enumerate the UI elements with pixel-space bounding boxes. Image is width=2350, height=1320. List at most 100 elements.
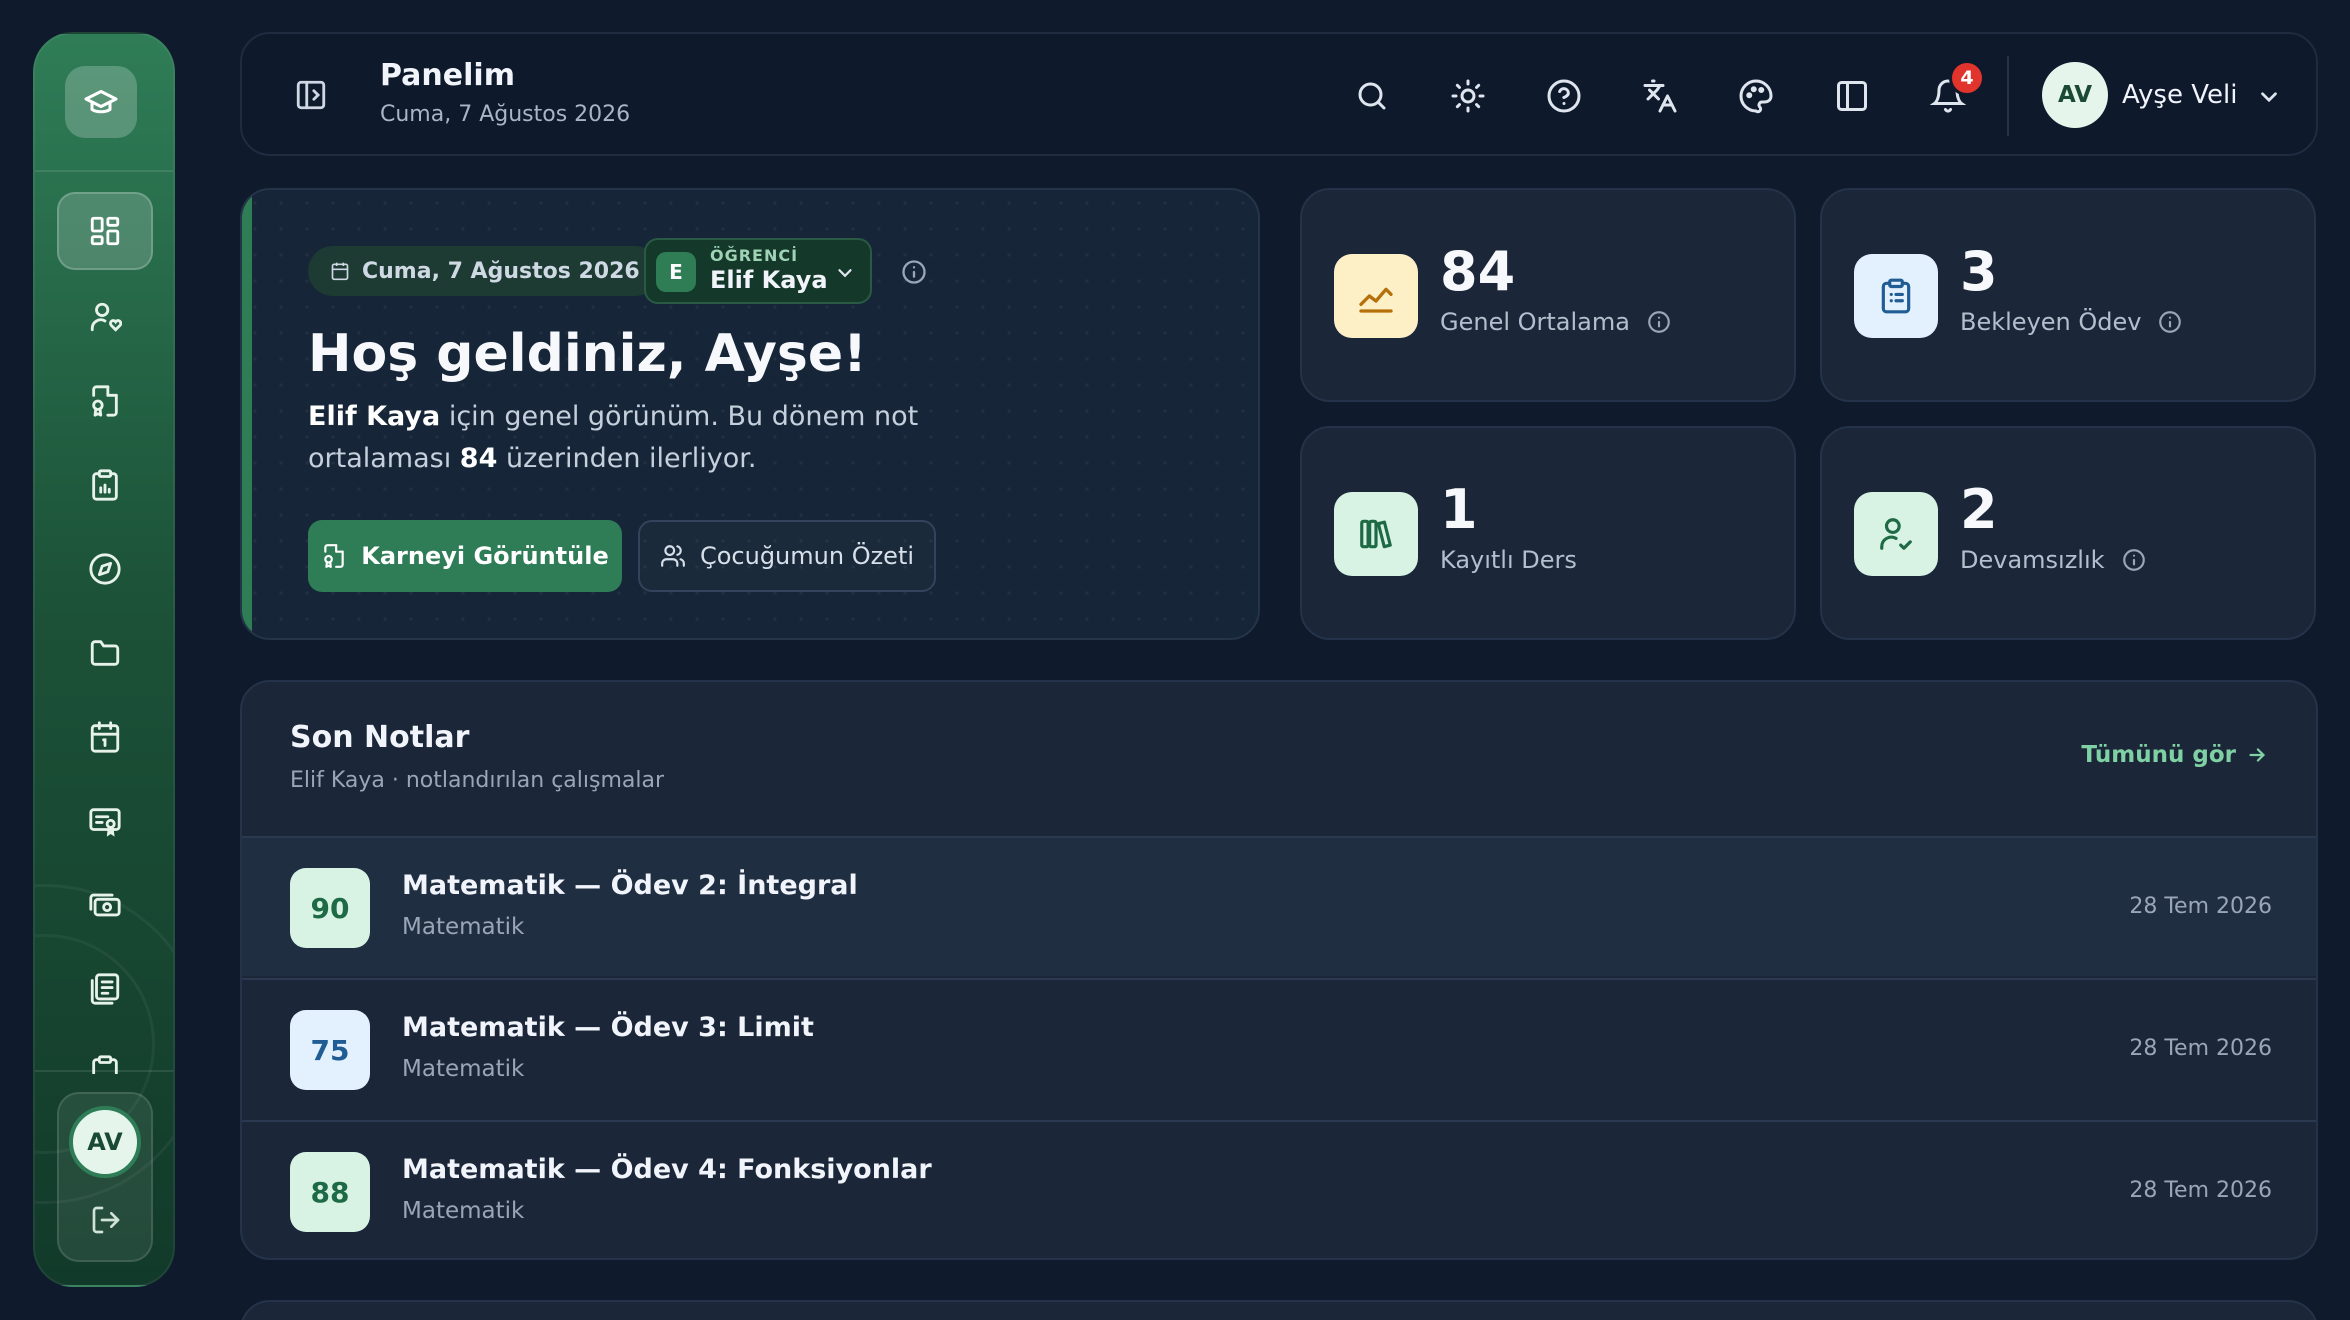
chevron-down-icon [2261,92,2277,103]
stat-value: 1 [1440,478,1478,541]
sidebar-item-certificates[interactable] [57,782,153,860]
student-name: Elif Kaya [710,266,828,294]
certificate-icon [89,808,121,837]
divider [2007,56,2009,136]
palette-button[interactable] [1738,78,1774,114]
grade-subject: Matematik [402,914,525,940]
child-summary-label: Çocuğumun Özeti [699,542,915,570]
stat-label: Bekleyen Ödev [1960,308,2183,336]
info-icon [902,260,926,284]
stat-value: 3 [1960,240,1998,303]
info-icon[interactable] [2121,547,2147,573]
arrow-right-icon [2249,748,2266,762]
stat-card-pending-homework[interactable]: 3 Bekleyen Ödev [1820,188,2316,402]
date-pill-text: Cuma, 7 Ağustos 2026 [362,258,640,284]
header-date: Cuma, 7 Ağustos 2026 [380,102,631,127]
translate-icon [1643,79,1677,113]
divider [35,170,173,172]
desc-student-name: Elif Kaya [308,401,441,432]
student-label: ÖĞRENCİ [710,246,799,265]
welcome-card: Cuma, 7 Ağustos 2026 E ÖĞRENCİ Elif Kaya… [240,188,1260,640]
clipboard-icon [92,469,118,501]
report-card-icon [324,544,344,568]
table-row[interactable]: 88 Matematik — Ödev 4: Fonksiyonlar Mate… [242,1120,2316,1258]
welcome-description: Elif Kaya için genel görünüm. Bu dönem n… [308,396,1068,480]
score-badge: 90 [290,868,370,948]
panel-icon [1837,81,1867,111]
stat-value: 84 [1440,240,1516,303]
next-section-card [240,1300,2318,1320]
sidebar-item-guidance[interactable] [57,530,153,608]
sidebar-toggle-icon [296,80,326,110]
stat-card-absences[interactable]: 2 Devamsızlık [1820,426,2316,640]
grade-title: Matematik — Ödev 2: İntegral [402,870,858,901]
grade-date: 28 Tem 2026 [2129,1036,2272,1061]
layout-toggle-button[interactable] [1834,78,1870,114]
user-menu-button[interactable] [2256,84,2282,110]
accent-bar [242,190,252,638]
score-badge: 88 [290,1152,370,1232]
sidebar-item-dashboard[interactable] [57,192,153,270]
notification-badge: 4 [1949,60,1985,96]
stat-icon-box [1334,492,1418,576]
desc-average: 84 [459,443,498,474]
sun-icon [1451,79,1485,113]
chart-line-icon [1359,287,1393,313]
sidebar-item-payments[interactable] [57,866,153,944]
info-icon[interactable] [2157,309,2183,335]
sidebar-item-files[interactable] [57,614,153,692]
theme-toggle-button[interactable] [1450,78,1486,114]
info-button[interactable] [900,258,928,286]
folder-icon [90,640,120,666]
sidebar-item-calendar[interactable] [57,698,153,776]
sidebar-item-documents[interactable] [57,950,153,1028]
grade-date: 28 Tem 2026 [2129,1178,2272,1203]
see-all-link[interactable]: Tümünü gör [2081,742,2268,768]
stat-label-text: Devamsızlık [1960,546,2105,574]
info-icon[interactable] [1646,309,1672,335]
section-title: Son Notlar [290,720,470,755]
search-button[interactable] [1354,78,1390,114]
language-button[interactable] [1642,78,1678,114]
stat-label: Kayıtlı Ders [1440,546,1577,574]
header-avatar[interactable]: AV [2042,62,2108,128]
recent-grades-card: Son Notlar Elif Kaya · notlandırılan çal… [240,680,2318,1260]
view-report-card-button[interactable]: Karneyi Görüntüle [308,520,622,592]
help-button[interactable] [1546,78,1582,114]
sidebar-toggle-button[interactable] [294,78,328,112]
stat-icon-box [1334,254,1418,338]
books-icon [1360,519,1392,549]
chevron-down-icon [838,269,852,278]
stat-card-enrolled-courses[interactable]: 1 Kayıtlı Ders [1300,426,1796,640]
table-row[interactable]: 90 Matematik — Ödev 2: İntegral Matemati… [242,836,2316,976]
student-initial: E [656,252,696,292]
user-check-icon [1880,518,1912,550]
avatar[interactable]: AV [69,1106,141,1178]
child-summary-button[interactable]: Çocuğumun Özeti [638,520,936,592]
divider [35,1070,173,1072]
sidebar-item-assignments[interactable] [57,446,153,524]
sidebar-item-children[interactable] [57,278,153,356]
stat-value: 2 [1960,478,1998,541]
calendar-icon [331,262,349,281]
stat-icon-box [1854,254,1938,338]
stat-label-text: Genel Ortalama [1440,308,1630,336]
desc-text-end: üzerinden ilerliyor. [497,443,757,474]
graduation-cap-icon [84,90,118,114]
search-icon [1358,82,1386,110]
grade-subject: Matematik [402,1198,525,1224]
stat-label-text: Bekleyen Ödev [1960,308,2142,336]
logout-button[interactable] [90,1204,122,1236]
stat-card-average[interactable]: 84 Genel Ortalama [1300,188,1796,402]
sidebar-item-more[interactable] [57,1034,153,1074]
student-selector[interactable]: E ÖĞRENCİ Elif Kaya [644,238,872,304]
clipboard-list-icon [1881,278,1911,314]
table-row[interactable]: 75 Matematik — Ödev 3: Limit Matematik 2… [242,978,2316,1118]
app-logo[interactable] [65,66,137,138]
user-name[interactable]: Ayşe Veli [2122,80,2237,110]
grade-title: Matematik — Ödev 3: Limit [402,1012,814,1043]
section-subtitle: Elif Kaya · notlandırılan çalışmalar [290,768,665,793]
help-icon [1547,79,1581,113]
sidebar-item-report-card[interactable] [57,362,153,440]
top-header: Panelim Cuma, 7 Ağustos 2026 4 AV Ayşe V… [240,32,2318,156]
